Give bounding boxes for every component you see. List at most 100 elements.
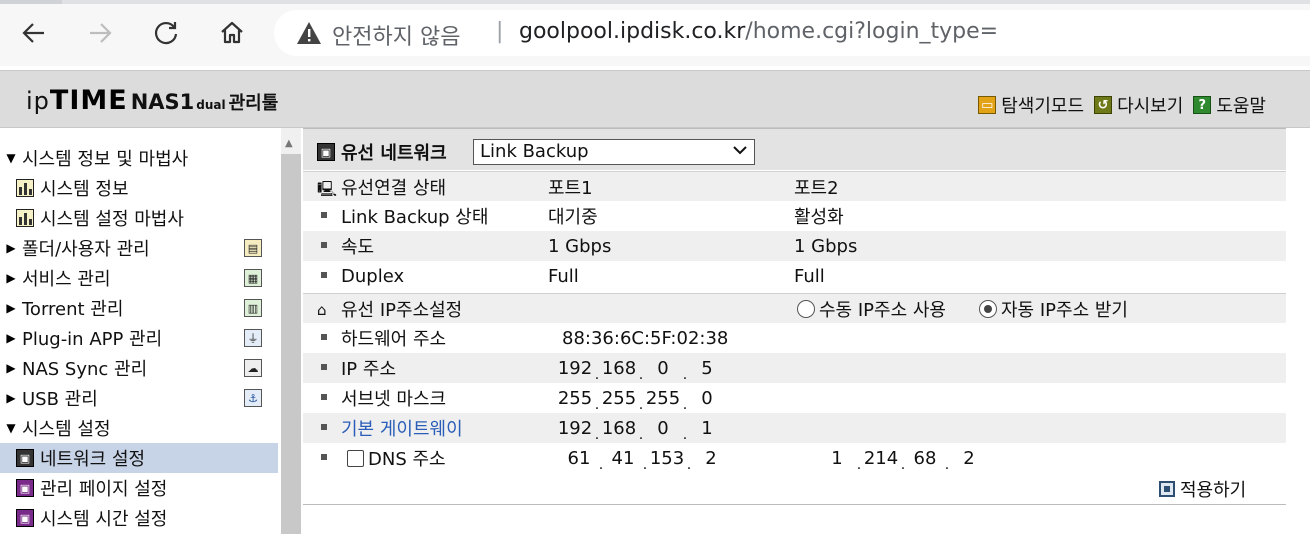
reload-view-label: 다시보기 <box>1117 96 1184 117</box>
sidebar-item-system-time[interactable]: ▣ 시스템 시간 설정 <box>0 503 278 533</box>
help-label: 도움말 <box>1216 96 1266 117</box>
section-title: ▣ 유선 네트워크 <box>317 139 447 165</box>
home-button[interactable] <box>212 13 252 53</box>
manual-ip-radio[interactable]: 수동 IP주소 사용 <box>797 296 946 322</box>
sidebar-group-usb[interactable]: ▶ USB 관리 ⚓ <box>0 383 278 413</box>
sidebar-item-setup-wizard[interactable]: 시스템 설정 마법사 <box>0 203 278 233</box>
table-row: 속도 1 Gbps 1 Gbps <box>303 231 1286 261</box>
address-bar[interactable]: 안전하지 않음 | goolpool.ipdisk.co.kr/home.cgi… <box>274 10 1310 56</box>
sidebar-item-label: Torrent 관리 <box>22 299 124 320</box>
section-title-text: 유선 네트워크 <box>341 143 447 164</box>
sidebar-item-label: 시스템 설정 <box>22 419 111 440</box>
iptime-logo: ipTIME NAS1 dual 관리툴 <box>26 85 278 116</box>
hardware-address-row: 하드웨어 주소 88:36:6C:5F:02:38 <box>303 323 1286 353</box>
apply-label: 적용하기 <box>1180 480 1247 501</box>
explorer-mode-label: 탐색기모드 <box>1001 96 1085 117</box>
dns-row: DNS 주소 61. 41. 153. 2 1. 214. 68. 2 <box>303 443 1286 473</box>
gateway-link[interactable]: 기본 게이트웨이 <box>341 415 463 441</box>
manual-ip-label: 수동 IP주소 사용 <box>819 299 946 321</box>
sidebar-group-service[interactable]: ▶ 서비스 관리 ▦ <box>0 263 278 293</box>
sidebar-item-label: 네트워크 설정 <box>40 449 146 470</box>
explorer-mode-link[interactable]: ▭ 탐색기모드 <box>978 92 1084 118</box>
port1-value: 대기중 <box>548 207 598 228</box>
back-button[interactable] <box>14 13 54 53</box>
port2-header: 포트2 <box>794 177 839 199</box>
network-settings-panel: ▣ 유선 네트워크 Link Backup 🖳 유선연결 상태 포트1 포트2 … <box>303 128 1286 534</box>
chart-icon <box>16 209 34 227</box>
url-host: goolpool.ipdisk.co.kr <box>519 19 746 44</box>
reload-icon: ↺ <box>1094 96 1113 114</box>
sidebar-group-system-settings[interactable]: ▼ 시스템 설정 <box>0 413 278 443</box>
scrollbar-thumb[interactable] <box>281 154 301 534</box>
apply-button[interactable]: 적용하기 <box>1159 476 1246 502</box>
port2-value: 1 Gbps <box>794 235 858 257</box>
security-label[interactable]: 안전하지 않음 <box>332 19 460 51</box>
url-text[interactable]: goolpool.ipdisk.co.kr/home.cgi?login_typ… <box>519 19 998 44</box>
dns-primary-field[interactable]: 61. 41. 153. 2 <box>561 448 729 473</box>
sidebar-item-label: 폴더/사용자 관리 <box>22 239 150 260</box>
scroll-up-icon[interactable]: ▲ <box>285 138 293 149</box>
row-label: Link Backup 상태 <box>341 207 489 228</box>
logo-dual: dual <box>196 98 226 112</box>
sidebar-item-admin-page[interactable]: ▣ 관리 페이지 설정 <box>0 473 278 503</box>
sidebar-item-label: 시스템 시간 설정 <box>40 509 168 530</box>
row-label: 서브넷 마스크 <box>341 389 447 410</box>
sidebar-item-label: 시스템 정보 및 마법사 <box>22 149 189 170</box>
row-label: IP 주소 <box>341 359 397 380</box>
sidebar-scrollbar[interactable]: ▲ <box>281 128 301 534</box>
sidebar-item-label: Plug-in APP 관리 <box>22 329 163 350</box>
expanded-triangle-icon: ▼ <box>6 151 16 165</box>
logo-ip: ip <box>26 87 50 115</box>
network-mode-select[interactable]: Link Backup <box>473 139 755 165</box>
auto-ip-radio[interactable]: 자동 IP주소 받기 <box>979 296 1128 322</box>
sidebar-item-system-info[interactable]: 시스템 정보 <box>0 173 278 203</box>
dns-secondary-field[interactable]: 1. 214. 68. 2 <box>819 448 987 473</box>
ip-address-field[interactable]: 192. 168. 0. 5 <box>557 358 725 383</box>
row-label: 하드웨어 주소 <box>341 329 447 350</box>
reload-button[interactable] <box>146 13 186 53</box>
dns-checkbox[interactable] <box>347 450 364 467</box>
sidebar-group-folder-user[interactable]: ▶ 폴더/사용자 관리 ▤ <box>0 233 278 263</box>
select-value: Link Backup <box>480 141 589 162</box>
back-arrow-icon <box>22 23 44 43</box>
collapsed-triangle-icon: ▶ <box>6 301 16 315</box>
reload-view-link[interactable]: ↺ 다시보기 <box>1094 92 1183 118</box>
forward-button[interactable] <box>80 13 120 53</box>
forward-arrow-icon <box>90 23 112 43</box>
sidebar-group-system-info[interactable]: ▼ 시스템 정보 및 마법사 <box>0 143 278 173</box>
sidebar-item-network-settings[interactable]: ▣ 네트워크 설정 <box>0 443 278 473</box>
sidebar-item-label: 서비스 관리 <box>22 269 111 290</box>
logo-time: TIME <box>49 85 128 116</box>
header-label: 유선 IP주소설정 <box>341 299 463 321</box>
subnet-mask-field[interactable]: 255. 255. 255. 0 <box>557 388 725 413</box>
sidebar-group-torrent[interactable]: ▶ Torrent 관리 ▥ <box>0 293 278 323</box>
collapsed-triangle-icon: ▶ <box>6 361 16 375</box>
mac-address-value: 88:36:6C:5F:02:38 <box>562 327 729 349</box>
collapsed-triangle-icon: ▶ <box>6 391 16 405</box>
tab-strip-edge <box>0 0 1310 4</box>
sidebar-group-plugin-app[interactable]: ▶ Plug-in APP 관리 ⏚ <box>0 323 278 353</box>
help-link[interactable]: ? 도움말 <box>1193 92 1266 118</box>
radio-circle <box>797 299 815 318</box>
cloud-sync-icon: ☁ <box>244 359 262 377</box>
network-icon: ▣ <box>317 143 335 161</box>
collapsed-triangle-icon: ▶ <box>6 271 16 285</box>
port2-value: 활성화 <box>794 207 844 228</box>
table-row: Link Backup 상태 대기중 활성화 <box>303 201 1286 231</box>
usb-icon: ⚓ <box>244 389 262 407</box>
header-links: ▭ 탐색기모드 ↺ 다시보기 ? 도움말 <box>978 92 1266 118</box>
sidebar-group-nas-sync[interactable]: ▶ NAS Sync 관리 ☁ <box>0 353 278 383</box>
subnet-mask-row: 서브넷 마스크 255. 255. 255. 0 <box>303 383 1286 413</box>
sidebar-item-label: USB 관리 <box>22 389 98 410</box>
row-label: 속도 <box>341 237 375 258</box>
link-status-header: 🖳 유선연결 상태 포트1 포트2 <box>303 171 1286 201</box>
dns-checkbox-label[interactable]: DNS 주소 <box>347 445 446 471</box>
port1-value: 1 Gbps <box>548 235 612 257</box>
web-page: ipTIME NAS1 dual 관리툴 ▭ 탐색기모드 ↺ 다시보기 ? 도움말 ▼… <box>0 70 1310 534</box>
gateway-field[interactable]: 192. 168. 0. 1 <box>557 418 725 443</box>
auto-ip-label: 자동 IP주소 받기 <box>1001 299 1128 321</box>
divider <box>303 504 1286 505</box>
service-icon: ▦ <box>244 269 262 287</box>
expanded-triangle-icon: ▼ <box>6 421 16 435</box>
page-header: ipTIME NAS1 dual 관리툴 ▭ 탐색기모드 ↺ 다시보기 ? 도움말 <box>0 70 1310 128</box>
